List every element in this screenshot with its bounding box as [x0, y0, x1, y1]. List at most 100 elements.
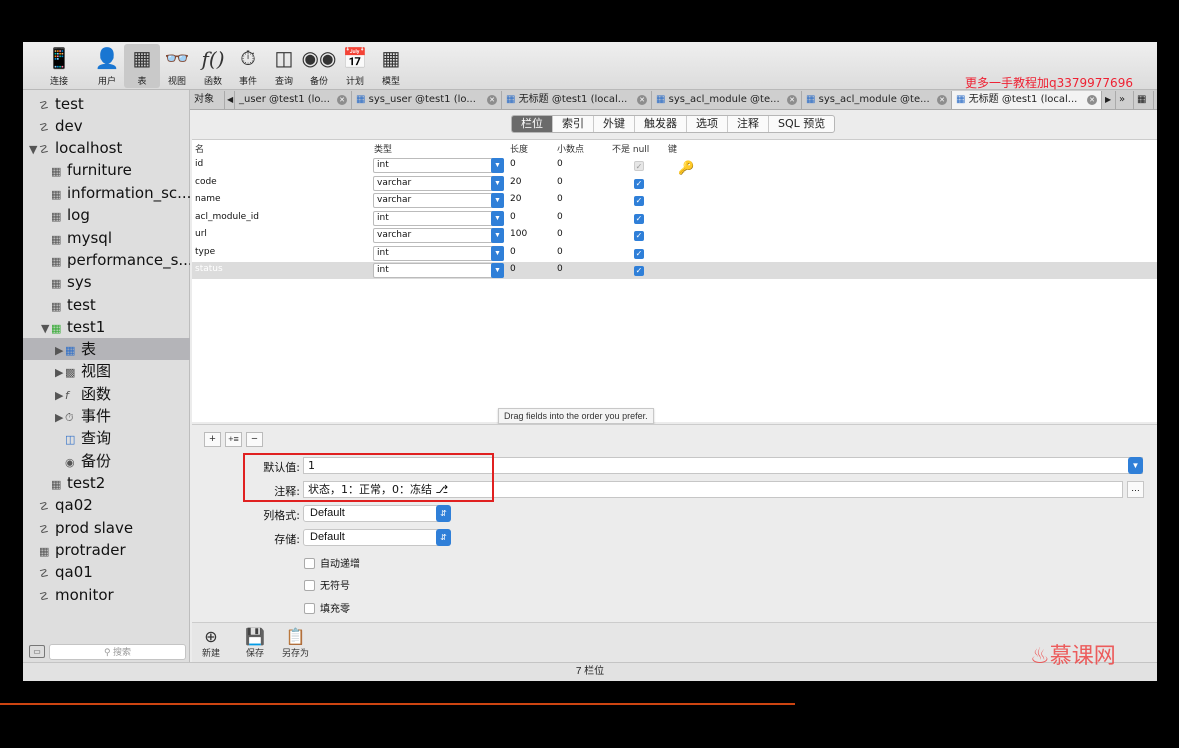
- field-decimals[interactable]: 0: [557, 245, 563, 259]
- not-null-checkbox[interactable]: ✓: [634, 231, 644, 241]
- sidebar-item-log[interactable]: ▦ log: [51, 204, 90, 226]
- type-select[interactable]: int ▼: [373, 263, 504, 278]
- not-null-checkbox[interactable]: ✓: [634, 214, 644, 224]
- tab-objects[interactable]: 对象: [190, 91, 225, 109]
- new-button[interactable]: ⊕ 新建: [202, 628, 220, 660]
- connect-button[interactable]: 📱 连接: [41, 44, 77, 88]
- table-row[interactable]: url varchar ▼ 100 0 ✓: [192, 227, 1157, 244]
- table-button[interactable]: ▦ 表: [124, 44, 160, 88]
- add-field-button[interactable]: +: [204, 432, 221, 447]
- field-length[interactable]: 0: [510, 245, 516, 259]
- table-row-selected[interactable]: status int ▼ 0 0 ✓: [192, 262, 1157, 279]
- sidebar-item-test1[interactable]: ▼ ▦ test1: [41, 316, 105, 338]
- header-decimals[interactable]: 小数点: [557, 142, 584, 155]
- sidebar-item-prod-slave[interactable]: ☡ prod slave: [39, 517, 133, 539]
- function-button[interactable]: f() 函数: [195, 44, 231, 88]
- field-length[interactable]: 100: [510, 227, 527, 241]
- close-icon[interactable]: ✕: [637, 95, 647, 105]
- field-name[interactable]: type: [195, 245, 215, 259]
- sidebar-item-protrader[interactable]: ▦ protrader: [39, 539, 126, 561]
- sidebar-item-qa02[interactable]: ☡ qa02: [39, 494, 93, 516]
- type-select[interactable]: int ▼: [373, 158, 504, 173]
- field-decimals[interactable]: 0: [557, 192, 563, 206]
- sidebar-item-localhost[interactable]: ▼ ☡ localhost: [29, 137, 122, 159]
- tab-untitled-1[interactable]: ▦ 无标题 @test1 (local... ✕: [502, 91, 652, 109]
- tab-overflow-button[interactable]: »: [1116, 91, 1134, 109]
- field-length[interactable]: 0: [510, 210, 516, 224]
- tab-user[interactable]: _user @test1 (lo... ✕: [235, 91, 352, 109]
- segment-options[interactable]: 选项: [687, 116, 728, 132]
- sidebar-search-input[interactable]: ⚲ 搜索: [49, 644, 186, 660]
- table-row[interactable]: acl_module_id int ▼ 0 0 ✓: [192, 210, 1157, 227]
- field-name[interactable]: code: [195, 175, 217, 189]
- segment-triggers[interactable]: 触发器: [635, 116, 687, 132]
- sidebar-item-test-db[interactable]: ▦ test: [51, 294, 96, 316]
- sidebar-item-test[interactable]: ☡ test: [39, 93, 84, 115]
- segment-comment[interactable]: 注释: [728, 116, 769, 132]
- tab-scroll-right[interactable]: ▶: [1102, 91, 1116, 109]
- not-null-checkbox[interactable]: ✓: [634, 161, 644, 171]
- sidebar-item-queries[interactable]: ◫ 查询: [65, 427, 111, 449]
- auto-increment-checkbox[interactable]: 自动递增: [304, 555, 360, 570]
- sidebar-item-functions[interactable]: ▶ f 函数: [55, 383, 111, 405]
- type-select[interactable]: int ▼: [373, 246, 504, 261]
- sidebar-item-furniture[interactable]: ▦ furniture: [51, 159, 132, 181]
- field-decimals[interactable]: 0: [557, 175, 563, 189]
- field-name[interactable]: status: [195, 262, 223, 276]
- close-icon[interactable]: ✕: [937, 95, 947, 105]
- storage-select[interactable]: Default ⇵: [303, 529, 451, 546]
- table-row[interactable]: id int ▼ 0 0 ✓: [192, 157, 1157, 174]
- tab-scroll-left[interactable]: ◀: [225, 91, 235, 109]
- field-decimals[interactable]: 0: [557, 210, 563, 224]
- sidebar-item-tables[interactable]: ▶ ▦ 表: [23, 338, 190, 360]
- table-row[interactable]: code varchar ▼ 20 0 ✓: [192, 175, 1157, 192]
- field-name[interactable]: name: [195, 192, 221, 206]
- not-null-checkbox[interactable]: ✓: [634, 266, 644, 276]
- segment-foreign-keys[interactable]: 外键: [594, 116, 635, 132]
- model-button[interactable]: ▦ 模型: [373, 44, 409, 88]
- close-icon[interactable]: ✕: [1087, 95, 1097, 105]
- header-not-null[interactable]: 不是 null: [612, 142, 649, 155]
- sidebar-item-performance-schema[interactable]: ▦ performance_s...: [51, 249, 190, 271]
- default-value-dropdown[interactable]: ▼: [1128, 457, 1143, 474]
- schedule-button[interactable]: 📅 计划: [337, 44, 373, 88]
- segment-sql-preview[interactable]: SQL 预览: [769, 116, 834, 132]
- field-length[interactable]: 20: [510, 175, 521, 189]
- tab-sys-user[interactable]: ▦ sys_user @test1 (lo... ✕: [352, 91, 502, 109]
- tab-untitled-2[interactable]: ▦ 无标题 @test1 (local... ✕: [952, 91, 1102, 109]
- not-null-checkbox[interactable]: ✓: [634, 179, 644, 189]
- zerofill-checkbox[interactable]: 填充零: [304, 600, 350, 615]
- field-name[interactable]: url: [195, 227, 207, 241]
- sidebar-item-events[interactable]: ▶ ⏱ 事件: [55, 405, 111, 427]
- view-button[interactable]: 👓 视图: [159, 44, 195, 88]
- query-button[interactable]: ◫ 查询: [266, 44, 302, 88]
- sidebar-item-sys[interactable]: ▦ sys: [51, 271, 92, 293]
- sidebar-toggle-button[interactable]: ▭: [29, 645, 45, 658]
- column-format-select[interactable]: Default ⇵: [303, 505, 451, 522]
- sidebar-item-views[interactable]: ▶ ▩ 视图: [55, 360, 111, 382]
- field-decimals[interactable]: 0: [557, 227, 563, 241]
- field-decimals[interactable]: 0: [557, 157, 563, 171]
- sidebar-item-test2[interactable]: ▦ test2: [51, 472, 105, 494]
- close-icon[interactable]: ✕: [787, 95, 797, 105]
- sidebar-item-mysql[interactable]: ▦ mysql: [51, 227, 112, 249]
- type-select[interactable]: varchar ▼: [373, 176, 504, 191]
- table-row[interactable]: name varchar ▼ 20 0 ✓: [192, 192, 1157, 209]
- type-select[interactable]: varchar ▼: [373, 228, 504, 243]
- save-as-button[interactable]: 📋 另存为: [282, 628, 309, 660]
- segment-fields[interactable]: 栏位: [512, 116, 553, 132]
- not-null-checkbox[interactable]: ✓: [634, 249, 644, 259]
- type-select[interactable]: varchar ▼: [373, 193, 504, 208]
- header-key[interactable]: 键: [668, 142, 677, 155]
- field-length[interactable]: 20: [510, 192, 521, 206]
- close-icon[interactable]: ✕: [487, 95, 497, 105]
- unsigned-checkbox[interactable]: 无符号: [304, 577, 350, 592]
- header-name[interactable]: 名: [195, 142, 204, 155]
- header-type[interactable]: 类型: [374, 142, 392, 155]
- type-select[interactable]: int ▼: [373, 211, 504, 226]
- not-null-checkbox[interactable]: ✓: [634, 196, 644, 206]
- header-length[interactable]: 长度: [510, 142, 528, 155]
- sidebar-item-information-schema[interactable]: ▦ information_sc...: [51, 182, 190, 204]
- field-length[interactable]: 0: [510, 157, 516, 171]
- tab-new-button[interactable]: ▦: [1134, 91, 1154, 109]
